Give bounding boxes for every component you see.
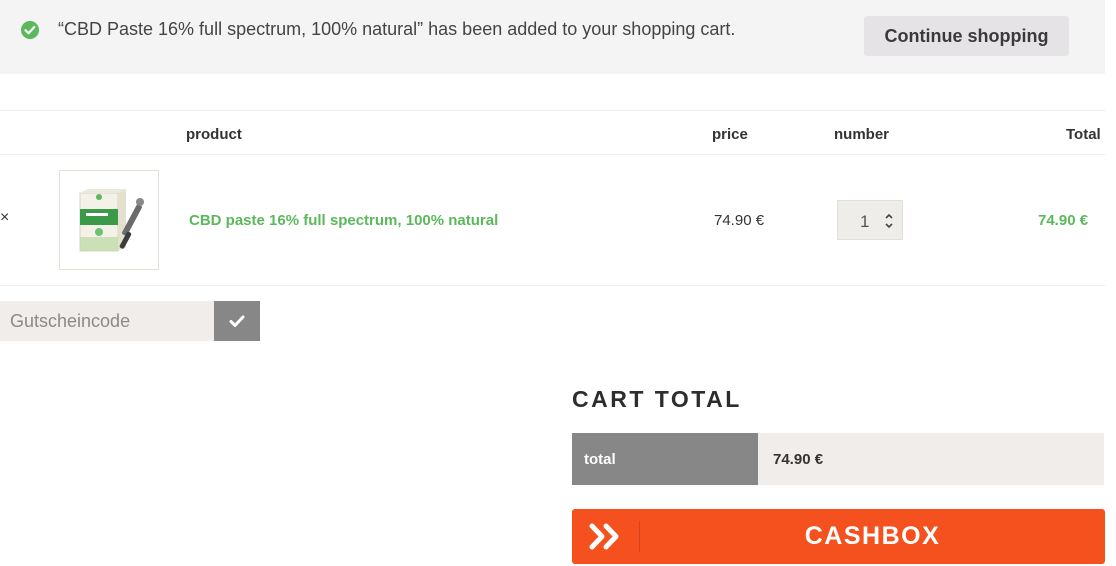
notice-message: “CBD Paste 16% full spectrum, 100% natur… — [58, 19, 736, 39]
product-name-link[interactable]: CBD paste 16% full spectrum, 100% natura… — [189, 212, 498, 229]
total-value: 74.90 € — [758, 433, 1104, 485]
table-top-divider — [0, 110, 1105, 111]
cbd-paste-product-image — [79, 189, 144, 252]
cart-notice-bar: “CBD Paste 16% full spectrum, 100% natur… — [0, 0, 1105, 74]
spinner-arrows-icon[interactable] — [884, 212, 894, 230]
header-total: Total — [1066, 126, 1101, 143]
continue-shopping-button[interactable]: Continue shopping — [864, 16, 1069, 56]
checkout-button[interactable]: CASHBOX — [572, 509, 1105, 564]
total-label: total — [572, 433, 758, 485]
header-price: price — [712, 126, 748, 143]
header-product: product — [186, 126, 242, 143]
product-thumbnail[interactable] — [59, 170, 159, 270]
cart-total-heading: CART TOTAL — [572, 386, 742, 412]
checkout-label[interactable]: CASHBOX — [640, 509, 1105, 564]
table-header-divider — [0, 154, 1105, 155]
quantity-stepper[interactable]: 1 — [837, 200, 903, 240]
table-row-divider — [0, 285, 1105, 286]
check-circle-icon — [21, 21, 39, 39]
product-price: 74.90 € — [714, 212, 765, 229]
header-number: number — [834, 126, 890, 143]
coupon-code-input[interactable] — [0, 301, 214, 341]
apply-coupon-button[interactable] — [214, 301, 260, 341]
quantity-value[interactable]: 1 — [860, 212, 869, 232]
double-chevron-right-icon — [589, 523, 619, 550]
row-total: 74.90 € — [1038, 212, 1089, 229]
checkmark-icon — [229, 315, 245, 327]
remove-item-button[interactable]: × — [0, 209, 9, 227]
